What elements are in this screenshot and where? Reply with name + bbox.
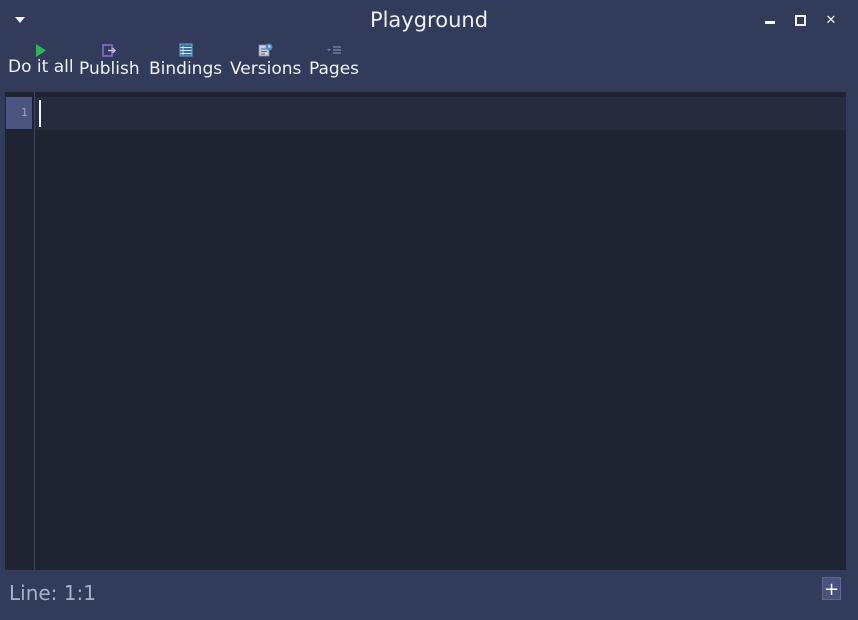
maximize-button[interactable]: [791, 11, 809, 29]
current-line-highlight: [35, 97, 846, 130]
window-menu-button[interactable]: [12, 12, 28, 28]
maximize-icon: [794, 14, 806, 26]
bindings-label: Bindings: [149, 59, 223, 79]
line-number: 1: [6, 97, 32, 129]
bindings-icon: [178, 42, 194, 58]
close-icon: ✕: [825, 12, 837, 28]
pages-button[interactable]: Pages: [309, 42, 359, 88]
toolbar: Do it all Publish Bindings Versions Page…: [0, 40, 858, 90]
chevron-down-icon: [15, 17, 25, 23]
pages-icon: [326, 42, 342, 58]
status-bar: Line: 1:1: [0, 572, 858, 620]
window-title: Playground: [369, 8, 489, 32]
do-it-all-label: Do it all: [8, 57, 74, 77]
bindings-button[interactable]: Bindings: [149, 42, 222, 88]
publish-icon: [101, 42, 117, 58]
publish-button[interactable]: Publish: [79, 42, 140, 88]
code-editor[interactable]: 1: [5, 92, 846, 570]
text-caret: [39, 100, 41, 127]
play-icon: [33, 42, 49, 58]
do-it-all-button[interactable]: Do it all: [8, 42, 74, 88]
versions-icon: [258, 42, 274, 58]
versions-label: Versions: [230, 59, 302, 79]
minimize-button[interactable]: [761, 11, 779, 29]
line-number-gutter: 1: [5, 92, 35, 570]
versions-button[interactable]: Versions: [230, 42, 301, 88]
pages-label: Pages: [309, 59, 360, 79]
add-button[interactable]: +: [822, 577, 841, 600]
minimize-icon: [765, 20, 775, 24]
cursor-position: Line: 1:1: [9, 581, 96, 605]
close-button[interactable]: ✕: [822, 11, 840, 29]
title-bar: Playground ✕: [0, 0, 858, 40]
publish-label: Publish: [79, 59, 140, 79]
